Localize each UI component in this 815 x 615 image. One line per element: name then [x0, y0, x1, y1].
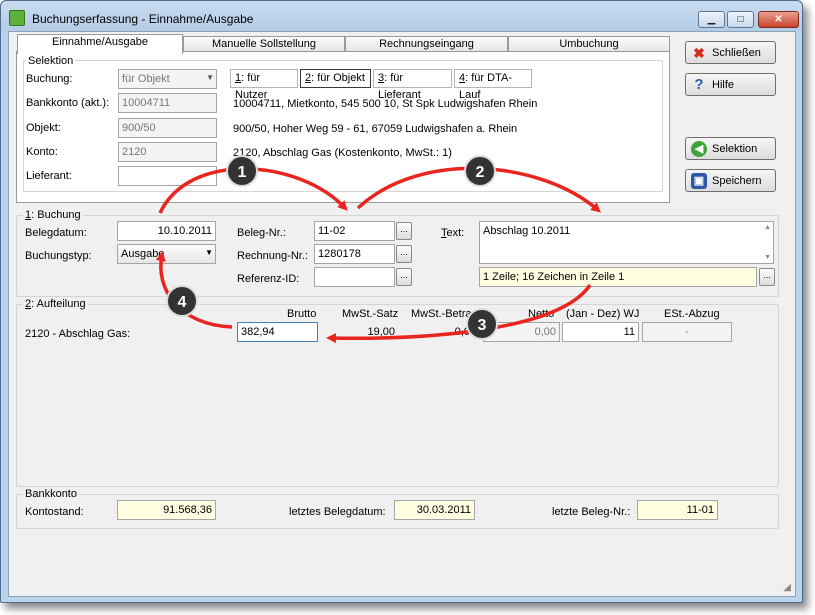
option-fuer-dta-lauf[interactable]: 4: für DTA-Lauf [454, 69, 532, 101]
rechnungnr-field[interactable]: 1280178 [314, 244, 395, 264]
maximize-button[interactable]: □ [727, 11, 754, 28]
chevron-down-icon: ▼ [205, 248, 213, 257]
buchungstyp-label: Buchungstyp: [25, 250, 92, 262]
belegnr-field[interactable]: 11-02 [314, 221, 395, 241]
bankkonto-group-title: Bankkonto [23, 488, 79, 500]
selektion-title: Selektion [26, 55, 76, 67]
kontostand-label: Kontostand: [25, 506, 84, 518]
rechnungnr-browse-button[interactable]: ... [396, 245, 412, 263]
aufteilung-title-rest: : Aufteilung [31, 298, 86, 310]
header-est-abzug: ESt.-Abzug [664, 308, 720, 320]
header-mwst-satz: MwSt.-Satz [342, 308, 399, 320]
buchung-select-value: für Objekt [122, 73, 170, 85]
tab-strip: Einnahme/Ausgabe Manuelle Sollstellung R… [17, 34, 670, 54]
objekt-field[interactable]: 900/50 [118, 118, 217, 138]
schliessen-button[interactable]: ✖ Schließen [685, 41, 776, 64]
client-area: Einnahme/Ausgabe Manuelle Sollstellung R… [8, 31, 796, 597]
save-disk-icon: ▣ [691, 173, 707, 189]
text-area-value: Abschlag 10.2011 [483, 225, 571, 237]
letztes-belegdatum-field: 30.03.2011 [394, 500, 475, 520]
letztes-belegdatum-label: letztes Belegdatum: [289, 506, 386, 518]
lieferant-field[interactable] [118, 166, 217, 186]
tab-einnahme-ausgabe[interactable]: Einnahme/Ausgabe [17, 34, 183, 54]
window-title: Buchungserfassung - Einnahme/Ausgabe [32, 12, 254, 26]
bankkonto-label: Bankkonto (akt.): [26, 97, 110, 109]
buchung-label: Buchung: [26, 73, 73, 85]
buchungstyp-select[interactable]: Ausgabe ▼ [117, 244, 216, 264]
title-bar: Buchungserfassung - Einnahme/Ausgabe ▁ □… [1, 1, 802, 31]
konto-field[interactable]: 2120 [118, 142, 217, 162]
objekt-label: Objekt: [26, 122, 61, 134]
buchung-select[interactable]: für Objekt ▼ [118, 69, 217, 89]
option-fuer-objekt[interactable]: 2: für Objekt [300, 69, 371, 88]
wj-field[interactable]: 11 [562, 322, 639, 342]
est-abzug-field: - [642, 322, 732, 342]
schliessen-label: Schließen [712, 47, 761, 59]
maximize-icon: □ [737, 14, 744, 25]
aufteilung-row-label: 2120 - Abschlag Gas: [25, 328, 131, 340]
header-wj: (Jan - Dez) WJ [566, 308, 640, 320]
text-info-field: 1 Zeile; 16 Zeichen in Zeile 1 [479, 267, 757, 287]
konto-label: Konto: [26, 146, 58, 158]
speichern-label: Speichern [712, 175, 762, 187]
letzte-belegnr-label: letzte Beleg-Nr.: [552, 506, 631, 518]
help-icon: ? [694, 76, 704, 93]
bankkonto-field[interactable]: 10004711 [118, 93, 217, 113]
text-label-rest: ext: [446, 227, 465, 239]
letzte-belegnr-field: 11-01 [637, 500, 718, 520]
text-browse-button[interactable]: ... [759, 268, 775, 286]
konto-description: 2120, Abschlag Gas (Kostenkonto, MwSt.: … [233, 147, 452, 159]
close-x-icon: ✖ [693, 45, 705, 61]
aufteilung-group-title: 2: Aufteilung [23, 298, 88, 310]
scroll-up-icon[interactable]: ▲ [764, 224, 771, 231]
minimize-button[interactable]: ▁ [698, 11, 725, 28]
referenz-browse-button[interactable]: ... [396, 268, 412, 286]
mwst-betrag-field: 0,00 [403, 322, 480, 342]
speichern-button[interactable]: ▣ Speichern [685, 169, 776, 192]
rechnungnr-label: Rechnung-Nr.: [237, 250, 308, 262]
option-fuer-lieferant[interactable]: 3: für Lieferant [373, 69, 452, 101]
objekt-description: 900/50, Hoher Weg 59 - 61, 67059 Ludwigs… [233, 123, 518, 135]
buchung-group-title: 1: Buchung [23, 209, 83, 221]
selektion-button[interactable]: ◀ Selektion [685, 137, 776, 160]
referenz-field[interactable] [314, 267, 395, 287]
app-icon [9, 10, 25, 26]
header-mwst-betrag: MwSt.-Betrag [411, 308, 478, 320]
text-area[interactable]: Abschlag 10.2011 ▲ ▼ [479, 221, 774, 264]
buchung-title-rest: : Buchung [31, 209, 81, 221]
option-text: : für Objekt [311, 72, 365, 84]
close-button[interactable]: ✕ [758, 11, 799, 28]
hilfe-label: Hilfe [712, 79, 735, 91]
back-arrow-icon: ◀ [691, 141, 707, 157]
buchungstyp-value: Ausgabe [121, 248, 165, 260]
option-text: : für Lieferant [378, 72, 421, 101]
belegdatum-field[interactable]: 10.10.2011 [117, 221, 216, 241]
main-window: Buchungserfassung - Einnahme/Ausgabe ▁ □… [0, 0, 803, 603]
option-fuer-nutzer[interactable]: 1: für Nutzer [230, 69, 298, 101]
belegnr-browse-button[interactable]: ... [396, 222, 412, 240]
belegdatum-label: Belegdatum: [25, 227, 87, 239]
close-icon: ✕ [774, 14, 783, 25]
mwst-satz-field: 19,00 [322, 322, 399, 342]
header-brutto: Brutto [287, 308, 317, 320]
minimize-icon: ▁ [707, 14, 716, 25]
tab-panel: Selektion Buchung: für Objekt ▼ Bankkont… [16, 51, 670, 203]
header-netto: Netto [528, 308, 555, 320]
text-label: Text: [441, 227, 464, 239]
bankkonto-description: 10004711, Mietkonto, 545 500 10, St Spk … [233, 98, 538, 110]
belegnr-label: Beleg-Nr.: [237, 227, 286, 239]
brutto-field[interactable]: 382,94 [237, 322, 318, 342]
kontostand-field: 91.568,36 [117, 500, 216, 520]
lieferant-label: Lieferant: [26, 170, 72, 182]
hilfe-button[interactable]: ? Hilfe [685, 73, 776, 96]
scroll-down-icon[interactable]: ▼ [764, 254, 771, 261]
netto-field: 0,00 [483, 322, 560, 342]
referenz-label: Referenz-ID: [237, 273, 300, 285]
chevron-down-icon: ▼ [206, 73, 214, 82]
selektion-label: Selektion [712, 143, 758, 155]
resize-grip-icon[interactable]: ◢ [783, 582, 791, 593]
